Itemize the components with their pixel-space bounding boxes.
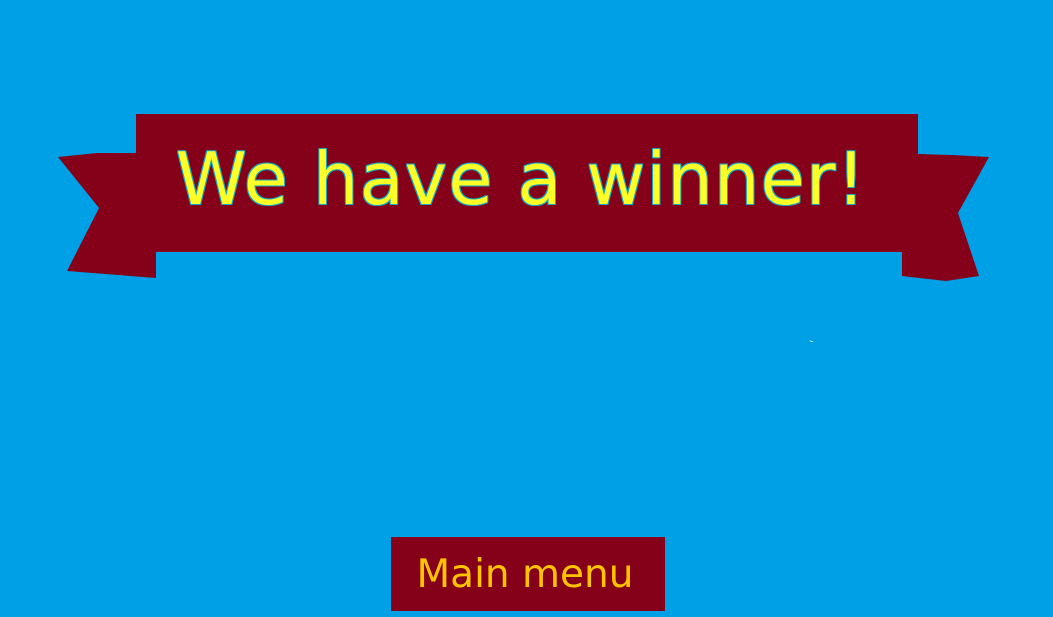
winner-title: We have a winner! <box>175 137 867 221</box>
winner-screen: We have a winner! Main menu <box>0 0 1053 617</box>
main-menu-button[interactable]: Main menu <box>391 537 665 611</box>
winner-banner: We have a winner! <box>0 0 1053 320</box>
small-cursor-mark <box>809 340 814 342</box>
